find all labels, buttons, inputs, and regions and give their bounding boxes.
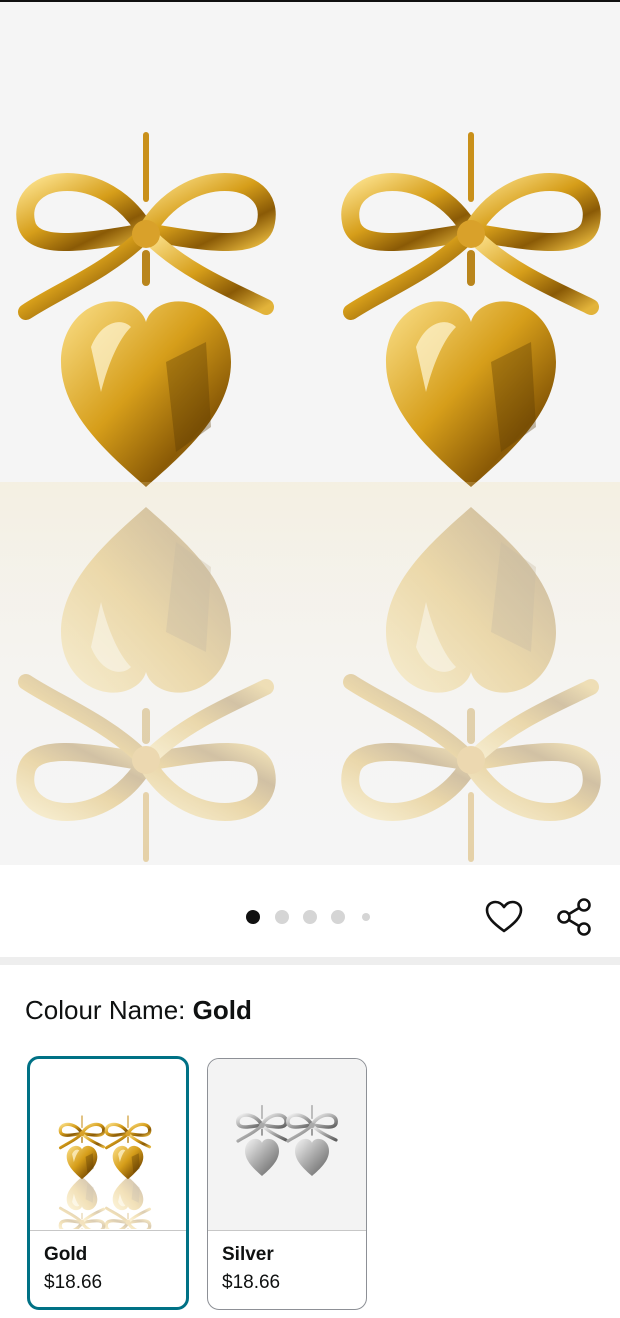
pager-dot-4[interactable] — [331, 910, 345, 924]
silver-earrings-thumbnail — [236, 1103, 338, 1178]
variant-thumbnail-gold — [30, 1059, 186, 1243]
pager-dot-5[interactable] — [362, 913, 370, 921]
gold-earrings-thumbnail — [58, 1113, 152, 1243]
variant-name: Gold — [44, 1244, 88, 1265]
pager-dot-3[interactable] — [303, 910, 317, 924]
earrings-illustration — [0, 2, 620, 865]
section-divider — [0, 957, 620, 965]
product-image[interactable] — [0, 2, 620, 865]
variant-price: $18.66 — [222, 1272, 281, 1293]
selected-colour: Gold — [192, 995, 252, 1025]
variant-swatch-silver[interactable]: Silver $18.66 — [207, 1058, 367, 1310]
variant-name: Silver — [222, 1244, 274, 1265]
colour-label-text: Colour Name: — [25, 995, 186, 1025]
pager-dot-2[interactable] — [275, 910, 289, 924]
heart-outline-icon — [485, 900, 523, 933]
share-icon — [557, 898, 591, 936]
share-button[interactable] — [552, 895, 596, 939]
variant-swatch-gold[interactable]: Gold $18.66 — [27, 1056, 189, 1310]
variant-price: $18.66 — [44, 1272, 103, 1293]
variant-thumbnail-silver — [208, 1059, 366, 1231]
pager-dot-1[interactable] — [246, 910, 260, 924]
wishlist-button[interactable] — [482, 895, 526, 939]
colour-name-label: Colour Name: Gold — [25, 994, 252, 1026]
image-controls — [0, 865, 620, 957]
